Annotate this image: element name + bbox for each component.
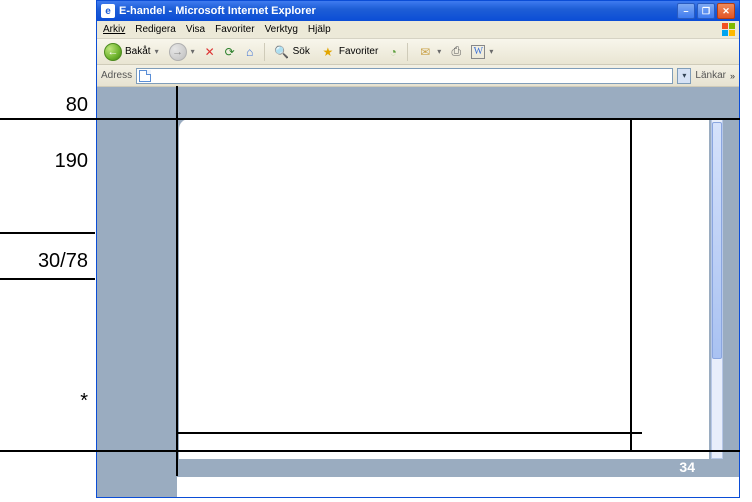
page-viewport: 34 bbox=[97, 87, 739, 497]
scrollbar-thumb[interactable] bbox=[712, 122, 722, 359]
guide-line-col-720 bbox=[630, 118, 632, 450]
toolbar-separator-2 bbox=[407, 43, 408, 61]
forward-dropdown-icon[interactable]: ▾ bbox=[191, 47, 195, 56]
edit-button[interactable]: W ▾ bbox=[468, 42, 496, 62]
guide-line-col-155 bbox=[176, 86, 178, 476]
menu-bar: Arkiv Redigera Visa Favoriter Verktyg Hj… bbox=[97, 21, 739, 39]
mail-icon: ✉ bbox=[417, 44, 433, 60]
stop-icon[interactable]: ✕ bbox=[202, 44, 218, 60]
toolbar-separator-1 bbox=[264, 43, 265, 61]
menu-visa[interactable]: Visa bbox=[186, 24, 205, 35]
menu-favoriter[interactable]: Favoriter bbox=[215, 24, 254, 35]
toolbar: ← Bakåt ▾ → ▾ ✕ ⟳ ⌂ 🔍 Sök ★ Favoriter ◔ … bbox=[97, 39, 739, 65]
layout-left-sidebar bbox=[97, 119, 177, 497]
edit-dropdown-icon[interactable]: ▾ bbox=[489, 47, 493, 56]
links-label[interactable]: Länkar bbox=[695, 70, 726, 81]
minimize-button[interactable]: – bbox=[677, 3, 695, 19]
search-button[interactable]: 🔍 Sök bbox=[271, 42, 313, 62]
search-icon: 🔍 bbox=[274, 44, 290, 60]
forward-arrow-icon: → bbox=[169, 43, 187, 61]
links-chevron-icon[interactable]: » bbox=[730, 71, 735, 81]
layout-top-banner bbox=[97, 87, 739, 119]
layout-footer-bar: 34 bbox=[177, 459, 739, 477]
ie-app-icon: e bbox=[101, 4, 115, 18]
page-doc-icon bbox=[139, 70, 151, 82]
forward-button[interactable]: → ▾ bbox=[166, 42, 198, 62]
page-layout-wireframe: 34 bbox=[97, 87, 739, 497]
menu-arkiv[interactable]: Arkiv bbox=[103, 24, 125, 35]
history-icon[interactable]: ◔ bbox=[385, 44, 401, 60]
address-field[interactable] bbox=[136, 68, 673, 84]
guide-line-row-190-top bbox=[0, 232, 95, 234]
mail-dropdown-icon[interactable]: ▾ bbox=[437, 47, 441, 56]
layout-blank-row bbox=[177, 477, 739, 497]
search-label: Sök bbox=[293, 46, 310, 57]
mail-button[interactable]: ✉ ▾ bbox=[414, 42, 444, 62]
windows-logo-icon bbox=[721, 22, 737, 38]
dim-row-190: 190 bbox=[0, 150, 88, 173]
address-bar: Adress ▾ Länkar » bbox=[97, 65, 739, 87]
vertical-scrollbar[interactable] bbox=[711, 119, 723, 459]
back-label: Bakåt bbox=[125, 46, 151, 57]
favorites-star-icon: ★ bbox=[320, 44, 336, 60]
dim-footer-34: 34 bbox=[679, 459, 695, 475]
dim-row-3078: 30/78 bbox=[0, 250, 88, 273]
left-dimension-labels: 80 190 30/78 * bbox=[0, 0, 96, 502]
menu-hjalp[interactable]: Hjälp bbox=[308, 24, 331, 35]
guide-line-footer-top bbox=[176, 432, 642, 434]
favorites-label: Favoriter bbox=[339, 46, 378, 57]
guide-line-row-80 bbox=[0, 118, 740, 120]
menu-redigera[interactable]: Redigera bbox=[135, 24, 176, 35]
dim-row-star: * bbox=[0, 390, 88, 413]
favorites-button[interactable]: ★ Favoriter bbox=[317, 42, 381, 62]
guide-line-bottom bbox=[0, 450, 740, 452]
browser-window: e E-handel - Microsoft Internet Explorer… bbox=[96, 0, 740, 498]
address-label: Adress bbox=[101, 70, 132, 81]
back-arrow-icon: ← bbox=[104, 43, 122, 61]
dim-row-80: 80 bbox=[0, 94, 88, 117]
refresh-icon[interactable]: ⟳ bbox=[222, 44, 238, 60]
maximize-button[interactable]: ❐ bbox=[697, 3, 715, 19]
address-dropdown-button[interactable]: ▾ bbox=[677, 68, 691, 84]
guide-line-row-3078 bbox=[0, 278, 95, 280]
back-dropdown-icon[interactable]: ▾ bbox=[155, 47, 159, 56]
home-icon[interactable]: ⌂ bbox=[242, 44, 258, 60]
close-button[interactable]: ✕ bbox=[717, 3, 735, 19]
layout-content-area bbox=[177, 119, 739, 459]
back-button[interactable]: ← Bakåt ▾ bbox=[101, 42, 162, 62]
print-icon[interactable]: ⎙ bbox=[448, 44, 464, 60]
title-bar[interactable]: e E-handel - Microsoft Internet Explorer… bbox=[97, 1, 739, 21]
menu-verktyg[interactable]: Verktyg bbox=[265, 24, 298, 35]
edit-word-icon: W bbox=[471, 45, 485, 59]
window-title: E-handel - Microsoft Internet Explorer bbox=[119, 5, 677, 17]
